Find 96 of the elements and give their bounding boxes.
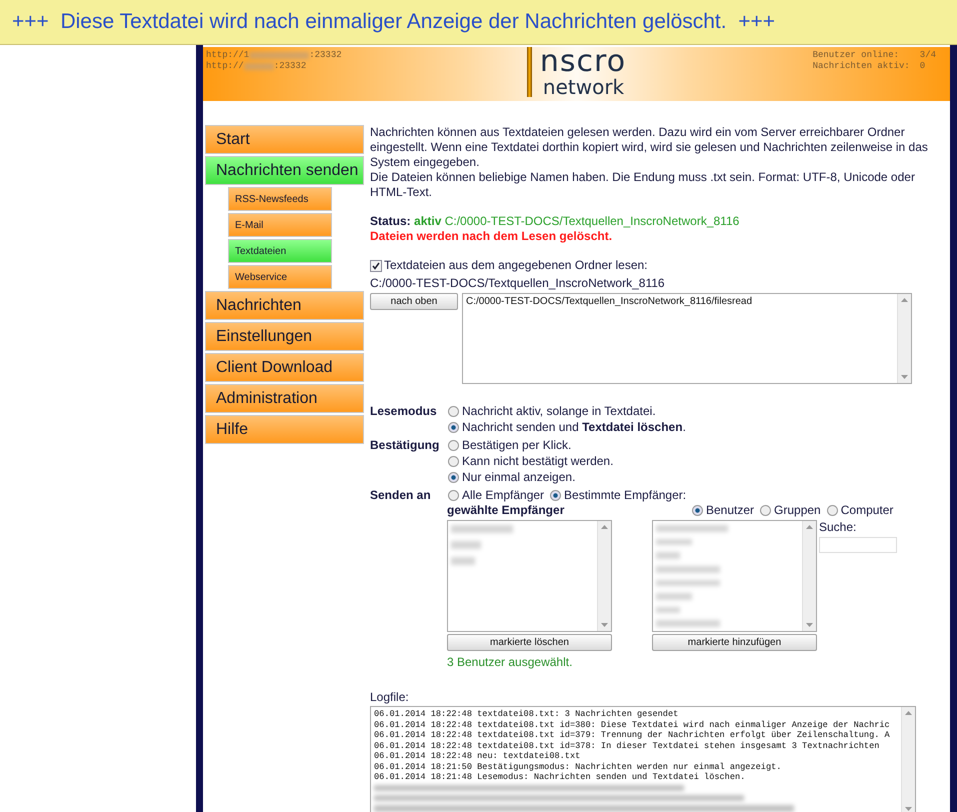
radio-label: Bestimmte Empfänger: <box>564 488 686 503</box>
radio-button[interactable] <box>760 505 772 516</box>
notice-banner: +++ Diese Textdatei wird nach einmaliger Anzeige der Nachrichten gelöscht. +++ <box>0 0 957 45</box>
blurred-text <box>656 580 720 586</box>
radio-button[interactable] <box>448 472 459 483</box>
nav-item[interactable]: Hilfe <box>205 415 364 444</box>
selected-recipients-list[interactable] <box>447 520 612 632</box>
nav-item[interactable]: Client Download <box>205 353 364 382</box>
log-line: 06.01.2014 18:22:48 textdatei08.txt id=378: In dieser Textdatei stehen insgesamt 3 Textnachrichten <box>374 740 880 751</box>
radio-label: Benutzer <box>706 503 754 518</box>
radio-label: Computer <box>840 503 894 518</box>
option-label: Senden an <box>370 488 432 503</box>
scroll-up-icon[interactable] <box>806 525 813 529</box>
scroll-up-icon[interactable] <box>601 525 608 529</box>
radio-label: Kann nicht bestätigt werden. <box>462 454 614 469</box>
blurred-text <box>451 525 513 533</box>
scroll-up-icon[interactable] <box>905 711 912 715</box>
server-url: http://1 <box>206 50 250 60</box>
search-field[interactable] <box>819 537 897 553</box>
log-line: 06.01.2014 18:22:48 textdatei08.txt: 3 Nachrichten gesendet <box>374 709 680 720</box>
section-title: gewählte Empfänger <box>447 503 566 518</box>
folder-entry[interactable]: C:/0000-TEST-DOCS/Textquellen_InscroNetwork_8116/filesread <box>466 296 894 308</box>
server-port: :23332 <box>309 50 342 60</box>
stat-label: Benutzer online: <box>812 50 900 60</box>
blurred-text <box>656 552 680 559</box>
nav-item[interactable]: Start <box>205 125 364 154</box>
search-label: Suche: <box>819 520 858 535</box>
scroll-down-icon[interactable] <box>806 623 813 627</box>
scroll-down-icon[interactable] <box>905 807 912 811</box>
logo-text: nscro <box>540 47 626 77</box>
radio-button[interactable] <box>448 440 459 451</box>
stat-label: Nachrichten aktiv: <box>812 61 910 71</box>
log-line: 06.01.2014 18:22:48 textdatei08.txt id=380: Diese Textdatei wird nach einmaliger Anzeige der Nachric <box>374 720 891 730</box>
radio-button[interactable] <box>448 490 459 501</box>
radio-button[interactable] <box>826 505 838 516</box>
nav-subitem[interactable]: E-Mail <box>228 213 332 237</box>
server-port: :23332 <box>274 61 306 71</box>
server-url: http:// <box>206 61 244 71</box>
radio-button[interactable] <box>692 505 703 516</box>
scroll-down-icon[interactable] <box>601 623 608 627</box>
blurred-text <box>451 557 475 565</box>
folder-list[interactable]: C:/0000-TEST-DOCS/Textquellen_InscroNetwork_8116/filesread <box>462 293 912 384</box>
radio-button[interactable] <box>448 422 459 433</box>
radio-label: Nachricht aktiv, solange in Textdatei. <box>462 404 656 419</box>
up-button[interactable]: nach oben <box>370 293 458 310</box>
folder-path: C:/0000-TEST-DOCS/Textquellen_InscroNetwork_8116 <box>370 276 666 291</box>
log-line: 06.01.2014 18:22:48 neu: textdatei08.txt <box>374 751 582 762</box>
stat-value: 0 <box>920 61 926 71</box>
logo-subtext: network <box>542 77 626 97</box>
add-button[interactable]: markierte hinzufügen <box>652 634 817 651</box>
radio-label: Nur einmal anzeigen. <box>462 470 576 485</box>
nav-item[interactable]: Nachrichten <box>205 291 364 320</box>
nav-subitem[interactable]: Webservice <box>228 265 332 289</box>
option-label: Lesemodus <box>370 404 438 420</box>
log-line: 06.01.2014 18:21:50 Bestätigungsmodus: Nachrichten werden nur einmal angezeigt. <box>374 762 782 772</box>
blurred-text <box>244 62 274 70</box>
blurred-text <box>656 538 692 546</box>
nav-subitem[interactable]: Textdateien <box>228 239 332 263</box>
checkbox[interactable] <box>370 260 382 272</box>
intro-paragraph: Nachrichten können aus Textdateien gelesen werden. Dazu wird ein vom Server erreichbarer Ordner eingestellt. Wenn eine Textdatei dorthin kopiert wird, wird sie gelesen und Nachrichten zeilenweise in das System eingegeben. <box>370 125 929 170</box>
nav-item[interactable]: Nachrichten senden <box>205 156 364 185</box>
remove-button[interactable]: markierte löschen <box>447 634 612 651</box>
log-line: 06.01.2014 18:22:48 textdatei08.txt id=379: Trennung der Nachrichten erfolgt über Zeilenschaltung. A <box>374 730 891 740</box>
blurred-text <box>656 525 728 532</box>
blurred-text <box>656 606 680 614</box>
radio-label: Bestätigen per Klick. <box>462 438 572 453</box>
radio-button[interactable] <box>550 490 562 501</box>
radio-label: Gruppen <box>774 503 821 518</box>
blurred-text <box>656 620 720 627</box>
logo-bar-icon <box>526 47 532 97</box>
nav-item[interactable]: Einstellungen <box>205 322 364 351</box>
scrollbar[interactable] <box>897 294 911 383</box>
scroll-up-icon[interactable] <box>901 298 908 302</box>
intro-paragraph: Die Dateien können beliebige Namen haben. Die Endung muss .txt sein. Format: UTF-8, Unicode oder HTML-Text. <box>370 170 916 200</box>
scroll-down-icon[interactable] <box>901 375 908 379</box>
option-label: Bestätigung <box>370 438 440 454</box>
selection-summary: 3 Benutzer ausgewählt. <box>447 655 574 670</box>
logfile-label: Logfile: <box>370 690 410 705</box>
checkbox-label: Textdateien aus dem angegebenen Ordner lesen: <box>384 258 648 273</box>
log-line: 06.01.2014 18:21:48 Lesemodus: Nachrichten senden und Textdatei löschen. <box>374 772 746 782</box>
scrollbar[interactable] <box>802 521 816 631</box>
radio-button[interactable] <box>448 406 459 417</box>
blurred-text <box>249 52 310 58</box>
scrollbar[interactable] <box>597 521 611 631</box>
nav-subitem[interactable]: RSS-Newsfeeds <box>228 187 332 211</box>
nav-item[interactable]: Administration <box>205 384 364 413</box>
radio-label: Alle Empfänger <box>462 488 544 503</box>
status-line: Status: aktiv C:/0000-TEST-DOCS/Textquellen_InscroNetwork_8116 <box>370 214 740 229</box>
blurred-text <box>451 541 481 549</box>
stat-value: 3/4 <box>920 50 936 60</box>
warning-text: Dateien werden nach dem Lesen gelöscht. <box>370 229 614 244</box>
blurred-text <box>656 593 692 600</box>
radio-button[interactable] <box>448 456 459 467</box>
blurred-text <box>656 566 720 572</box>
radio-label: Nachricht senden und Textdatei löschen. <box>462 420 686 435</box>
scrollbar[interactable] <box>901 707 915 812</box>
